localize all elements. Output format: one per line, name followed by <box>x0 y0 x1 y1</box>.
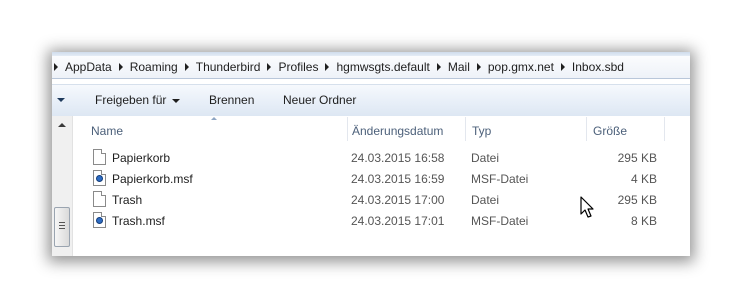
breadcrumb-item[interactable]: Profiles <box>278 60 318 74</box>
scrollbar-thumb[interactable] <box>54 207 70 247</box>
sort-ascending-icon <box>211 117 217 120</box>
burn-button[interactable]: Brennen <box>209 93 254 107</box>
column-header-type[interactable]: Typ <box>472 124 491 138</box>
grip-line <box>59 225 65 226</box>
column-header-size[interactable]: Größe <box>593 124 627 138</box>
breadcrumb[interactable]: AppData Roaming Thunderbird Profiles hgm… <box>52 56 690 79</box>
file-icon <box>93 149 106 165</box>
organize-dropdown-icon[interactable] <box>57 98 65 102</box>
share-button[interactable]: Freigeben für <box>95 93 181 107</box>
file-size: 295 KB <box>617 151 657 165</box>
breadcrumb-item[interactable]: pop.gmx.net <box>488 60 554 74</box>
breadcrumb-chevron-icon[interactable] <box>54 63 58 71</box>
column-divider[interactable] <box>664 117 665 141</box>
command-bar: Freigeben für Brennen Neuer Ordner <box>52 84 690 117</box>
file-type: MSF-Datei <box>471 172 529 186</box>
file-size: 4 KB <box>630 172 657 186</box>
column-divider[interactable] <box>347 117 348 141</box>
file-type: Datei <box>471 151 500 165</box>
msf-file-icon <box>93 212 106 228</box>
breadcrumb-chevron-icon[interactable] <box>436 63 441 71</box>
file-size: 295 KB <box>617 193 657 207</box>
scroll-up-arrow-icon[interactable] <box>58 123 66 127</box>
chevron-down-icon <box>172 98 181 103</box>
file-type: Datei <box>471 193 500 207</box>
file-row[interactable]: Trash.msf 24.03.2015 17:01 MSF-Datei 8 K… <box>73 210 690 231</box>
mouse-cursor-icon <box>580 196 594 218</box>
breadcrumb-chevron-icon[interactable] <box>184 63 189 71</box>
file-name: Papierkorb.msf <box>112 172 193 186</box>
file-list: Papierkorb 24.03.2015 16:58 Datei 295 KB… <box>73 147 690 231</box>
grip-line <box>59 228 65 229</box>
breadcrumb-chevron-icon[interactable] <box>476 63 481 71</box>
share-button-label: Freigeben für <box>95 93 167 107</box>
file-name: Trash.msf <box>112 214 165 228</box>
breadcrumb-item[interactable]: AppData <box>65 60 112 74</box>
breadcrumb-chevron-icon[interactable] <box>560 63 565 71</box>
file-size: 8 KB <box>630 214 657 228</box>
breadcrumb-item[interactable]: Mail <box>448 60 470 74</box>
column-header-row: Name Änderungsdatum Typ Größe <box>73 116 690 142</box>
file-date: 24.03.2015 16:58 <box>351 151 445 165</box>
file-name: Trash <box>112 193 143 207</box>
vertical-scrollbar[interactable] <box>52 116 73 256</box>
column-divider[interactable] <box>465 117 466 141</box>
new-folder-button[interactable]: Neuer Ordner <box>283 93 356 107</box>
file-date: 24.03.2015 17:00 <box>351 193 445 207</box>
file-row[interactable]: Trash 24.03.2015 17:00 Datei 295 KB <box>73 189 690 210</box>
breadcrumb-chevron-icon[interactable] <box>325 63 330 71</box>
file-date: 24.03.2015 16:59 <box>351 172 445 186</box>
file-name: Papierkorb <box>112 151 171 165</box>
msf-file-icon <box>93 170 106 186</box>
breadcrumb-item[interactable]: Inbox.sbd <box>572 60 624 74</box>
breadcrumb-item[interactable]: hgmwsgts.default <box>336 60 429 74</box>
breadcrumb-item[interactable]: Thunderbird <box>196 60 261 74</box>
breadcrumb-chevron-icon[interactable] <box>118 63 123 71</box>
file-date: 24.03.2015 17:01 <box>351 214 445 228</box>
grip-line <box>59 222 65 223</box>
column-divider[interactable] <box>586 117 587 141</box>
column-header-name[interactable]: Name <box>91 124 123 138</box>
file-type: MSF-Datei <box>471 214 529 228</box>
explorer-window: AppData Roaming Thunderbird Profiles hgm… <box>52 52 690 256</box>
breadcrumb-item[interactable]: Roaming <box>130 60 178 74</box>
file-row[interactable]: Papierkorb 24.03.2015 16:58 Datei 295 KB <box>73 147 690 168</box>
file-icon <box>93 191 106 207</box>
column-header-date[interactable]: Änderungsdatum <box>352 124 443 138</box>
file-row[interactable]: Papierkorb.msf 24.03.2015 16:59 MSF-Date… <box>73 168 690 189</box>
breadcrumb-chevron-icon[interactable] <box>267 63 272 71</box>
